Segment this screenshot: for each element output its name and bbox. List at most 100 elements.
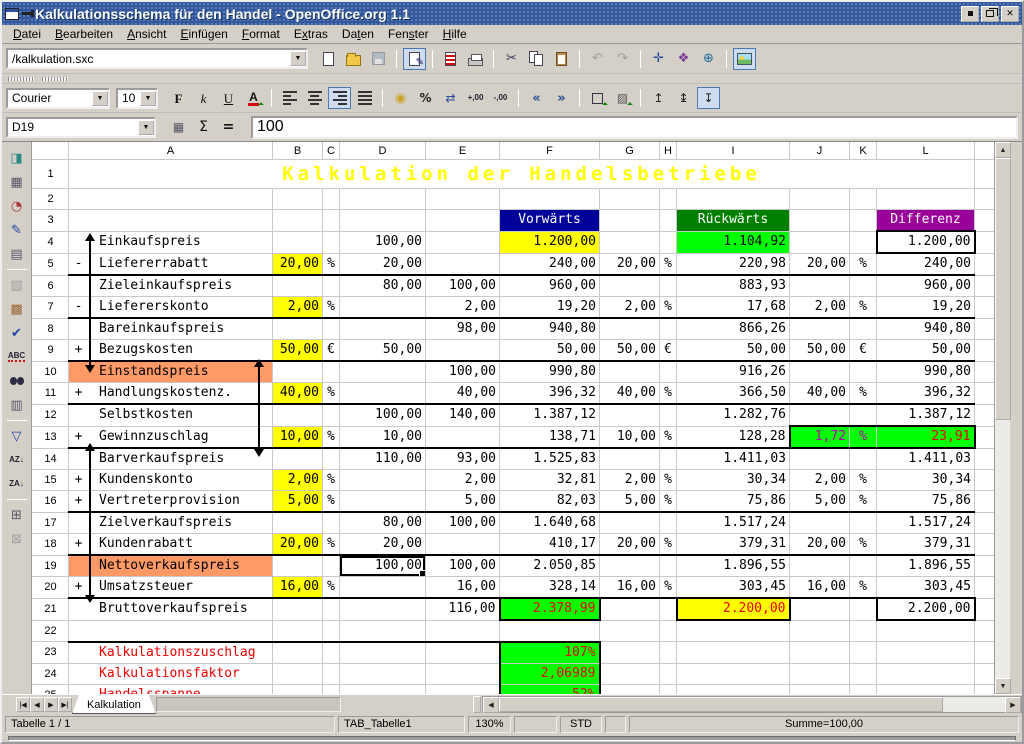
cell-B24[interactable] (273, 663, 323, 684)
cell-B20[interactable]: 16,00 (273, 577, 323, 599)
row-header-24[interactable]: 24 (33, 663, 69, 684)
cell-F12[interactable]: 1.387,12 (500, 404, 600, 426)
cell-filler[interactable] (975, 534, 995, 556)
spellcheck-icon[interactable]: ✔ (5, 321, 29, 345)
borders-button[interactable] (586, 87, 609, 109)
print-icon[interactable] (464, 48, 487, 70)
menu-item-daten[interactable]: Daten (335, 26, 381, 42)
cell-A25[interactable]: Handelsspanne (69, 684, 273, 694)
scroll-left-button[interactable]: ◀ (483, 697, 499, 713)
cell-B5[interactable]: 20,00 (273, 253, 323, 275)
horizontal-scroll-track[interactable] (943, 697, 1005, 712)
cell-J3[interactable] (790, 210, 850, 232)
cell-K8[interactable] (850, 318, 877, 340)
cell-A7[interactable]: -Liefererskonto (69, 297, 273, 319)
insert-cells-icon[interactable]: ▦ (5, 170, 29, 194)
hyperlink-icon[interactable]: ⊕ (697, 48, 720, 70)
cell-C25[interactable] (323, 684, 340, 694)
form-functions-icon[interactable]: ▤ (5, 242, 29, 266)
open-document-icon[interactable] (342, 48, 365, 70)
cell-F25[interactable]: 52% (500, 684, 600, 694)
vertical-scroll-thumb[interactable] (995, 158, 1011, 420)
cell-G4[interactable] (600, 231, 660, 253)
indent-decrease-icon[interactable]: « (525, 87, 548, 109)
row-header-7[interactable]: 7 (33, 297, 69, 319)
cell-B4[interactable] (273, 231, 323, 253)
cell-B3[interactable] (273, 210, 323, 232)
cell-C2[interactable] (323, 189, 340, 210)
cell-K25[interactable] (850, 684, 877, 694)
cell-C15[interactable]: % (323, 470, 340, 491)
cell-I16[interactable]: 75,86 (677, 491, 790, 513)
menu-item-ansicht[interactable]: Ansicht (120, 26, 173, 42)
cell-K15[interactable]: % (850, 470, 877, 491)
row-header-4[interactable]: 4 (33, 231, 69, 253)
cell-A14[interactable]: Barverkaufspreis (69, 448, 273, 470)
cell-filler[interactable] (975, 189, 995, 210)
number-percent-icon[interactable]: % (414, 87, 437, 109)
cell-I22[interactable] (677, 620, 790, 642)
cell-B21[interactable] (273, 598, 323, 620)
menu-item-bearbeiten[interactable]: Bearbeiten (48, 26, 120, 42)
cell-J15[interactable]: 2,00 (790, 470, 850, 491)
cell-H22[interactable] (660, 620, 677, 642)
valign-bottom-button[interactable]: ↧ (697, 87, 720, 109)
cell-F9[interactable]: 50,00 (500, 340, 600, 362)
cell-H11[interactable]: % (660, 383, 677, 405)
cell-L23[interactable] (877, 642, 975, 664)
cell-I14[interactable]: 1.411,03 (677, 448, 790, 470)
row-header-5[interactable]: 5 (33, 253, 69, 275)
chevron-down-icon[interactable]: ▼ (92, 91, 108, 106)
row-header-22[interactable]: 22 (33, 620, 69, 642)
cell-F22[interactable] (500, 620, 600, 642)
cell-filler[interactable] (975, 340, 995, 362)
align-right-button[interactable] (328, 87, 351, 109)
cell-B22[interactable] (273, 620, 323, 642)
valign-center-button[interactable]: ↨ (672, 87, 695, 109)
cell-B2[interactable] (273, 189, 323, 210)
cell-A2[interactable] (69, 189, 273, 210)
cell-J16[interactable]: 5,00 (790, 491, 850, 513)
cell-G6[interactable] (600, 275, 660, 297)
cell-J19[interactable] (790, 555, 850, 577)
cell-D14[interactable]: 110,00 (340, 448, 426, 470)
cell-C19[interactable] (323, 555, 340, 577)
row-header-8[interactable]: 8 (33, 318, 69, 340)
cell-B16[interactable]: 5,00 (273, 491, 323, 513)
cell-C9[interactable]: € (323, 340, 340, 362)
cell-G21[interactable] (600, 598, 660, 620)
cell-E22[interactable] (426, 620, 500, 642)
cell-H24[interactable] (660, 663, 677, 684)
row-header-16[interactable]: 16 (33, 491, 69, 513)
cell-I18[interactable]: 379,31 (677, 534, 790, 556)
cell-K13[interactable]: % (850, 426, 877, 448)
cell-G7[interactable]: 2,00 (600, 297, 660, 319)
row-header-19[interactable]: 19 (33, 555, 69, 577)
scroll-right-button[interactable]: ▶ (1005, 697, 1021, 713)
cell-B17[interactable] (273, 512, 323, 534)
cell-I3[interactable]: Rückwärts (677, 210, 790, 232)
horizontal-scrollbar[interactable]: ◀ ▶ (482, 696, 1022, 713)
cell-A21[interactable]: Bruttoverkaufspreis (69, 598, 273, 620)
align-justify-button[interactable] (353, 87, 376, 109)
cell-A15[interactable]: +Kundenskonto (69, 470, 273, 491)
cell-B11[interactable]: 40,00 (273, 383, 323, 405)
cell-D21[interactable] (340, 598, 426, 620)
cell-I5[interactable]: 220,98 (677, 253, 790, 275)
data-sources-icon[interactable]: ▥ (5, 393, 29, 417)
cell-H25[interactable] (660, 684, 677, 694)
group-icon[interactable]: ⊞ (5, 503, 29, 527)
cell-J22[interactable] (790, 620, 850, 642)
cell-F5[interactable]: 240,00 (500, 253, 600, 275)
cell-A12[interactable]: Selbstkosten (69, 404, 273, 426)
menu-item-datei[interactable]: Datei (6, 26, 48, 42)
export-pdf-icon[interactable] (439, 48, 462, 70)
cell-F23[interactable]: 107% (500, 642, 600, 664)
align-left-button[interactable] (278, 87, 301, 109)
cell-E9[interactable] (426, 340, 500, 362)
cell-filler[interactable] (975, 663, 995, 684)
column-header-B[interactable]: B (273, 143, 323, 160)
cell-D19[interactable]: 100,00 (340, 555, 426, 577)
cell-K7[interactable]: % (850, 297, 877, 319)
cell-K18[interactable]: % (850, 534, 877, 556)
